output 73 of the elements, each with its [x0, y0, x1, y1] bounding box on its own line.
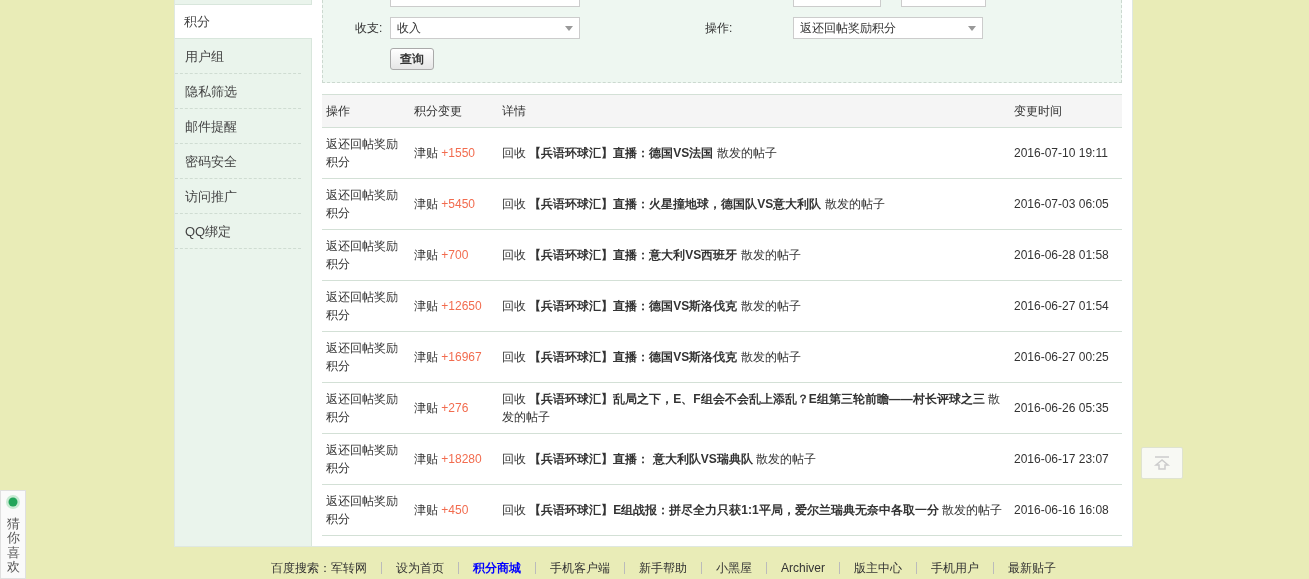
sidebar-item[interactable]: QQ绑定 [175, 215, 301, 249]
footer-link[interactable]: 新手帮助 [639, 559, 687, 577]
time-cell: 2016-06-17 23:07 [1010, 433, 1122, 485]
credit-type: 津贴 [414, 401, 438, 415]
sidebar-item[interactable]: 隐私筛选 [175, 75, 301, 109]
credit-amount: +5450 [441, 197, 476, 211]
operation-cell: 返还回帖奖励积分 [322, 331, 410, 383]
recommend-label: 猜你喜欢 [6, 517, 20, 575]
footer-link[interactable]: 手机客户端 [550, 559, 610, 577]
time-cell: 2016-06-28 01:58 [1010, 229, 1122, 281]
footer-link[interactable]: 最新贴子 [1008, 559, 1056, 577]
query-button[interactable]: 查询 [390, 48, 434, 70]
time-cell: 2016-07-03 06:05 [1010, 178, 1122, 230]
operation-cell: 返还回帖奖励积分 [322, 433, 410, 485]
sidebar-item[interactable]: 用户组 [175, 40, 301, 74]
credit-amount: +276 [441, 401, 469, 415]
detail-cell: 回收 【兵语环球汇】直播：德国VS斯洛伐克 散发的帖子 [498, 280, 1010, 332]
detail-cell: 回收 【兵语环球汇】E组战报：拼尽全力只获1:1平局，爱尔兰瑞典无奈中各取一分 散发的帖子 [498, 484, 1010, 536]
footer-link[interactable]: 百度搜索：军转网 [271, 559, 367, 577]
credit-amount: +1550 [441, 146, 476, 160]
operation-cell: 返还回帖奖励积分 [322, 484, 410, 536]
status-dot-icon [6, 495, 20, 509]
credit-type: 津贴 [414, 197, 438, 211]
operation-cell: 返还回帖奖励积分 [322, 178, 410, 230]
footer-link[interactable]: 设为首页 [396, 559, 444, 577]
credit-type: 津贴 [414, 299, 438, 313]
credit-amount: +700 [441, 248, 469, 262]
operation-label: 操作: [705, 19, 734, 37]
credit-amount: +18280 [441, 452, 482, 466]
recommend-widget[interactable]: 猜你喜欢 [0, 490, 26, 579]
credit-type: 津贴 [414, 146, 438, 160]
credit-type: 津贴 [414, 452, 438, 466]
sidebar-item[interactable]: 访问推广 [175, 180, 301, 214]
time-cell: 2016-06-27 00:25 [1010, 331, 1122, 383]
detail-cell: 回收 【兵语环球汇】直播：火星撞地球，德国队VS意大利队 散发的帖子 [498, 178, 1010, 230]
footer-link[interactable]: Archiver [781, 561, 825, 575]
footer-link[interactable]: 积分商城 [473, 559, 521, 577]
footer-link[interactable]: 版主中心 [854, 559, 902, 577]
column-header: 详情 [498, 94, 1010, 128]
operation-select[interactable]: 返还回帖奖励积分 [793, 17, 983, 39]
column-header: 积分变更 [410, 94, 498, 128]
time-cell: 2016-06-27 01:54 [1010, 280, 1122, 332]
detail-cell: 回收 【兵语环球汇】直播：意大利VS西班牙 散发的帖子 [498, 229, 1010, 281]
credit-amount: +16967 [441, 350, 482, 364]
time-cell: 2016-06-16 16:08 [1010, 484, 1122, 536]
credit-type: 津贴 [414, 350, 438, 364]
operation-cell: 返还回帖奖励积分 [322, 127, 410, 179]
detail-cell: 回收 【兵语环球汇】直播： 意大利队VS瑞典队 散发的帖子 [498, 433, 1010, 485]
dropdown-caret-icon [565, 25, 573, 31]
credit-type: 津贴 [414, 248, 438, 262]
column-header: 操作 [322, 94, 410, 128]
credit-type: 津贴 [414, 503, 438, 517]
time-cell: 2016-07-10 19:11 [1010, 127, 1122, 179]
income-label: 收支: [355, 19, 384, 37]
credit-amount: +12650 [441, 299, 482, 313]
column-header: 变更时间 [1010, 94, 1122, 128]
operation-cell: 返还回帖奖励积分 [322, 280, 410, 332]
footer-link[interactable]: 小黑屋 [716, 559, 752, 577]
detail-cell: 回收 【兵语环球汇】乱局之下，E、F组会不会乱上添乱？E组第三轮前瞻——村长评球之三 散发的帖子 [498, 382, 1010, 434]
time-cell: 2016-06-26 05:35 [1010, 382, 1122, 434]
operation-cell: 返还回帖奖励积分 [322, 229, 410, 281]
operation-cell: 返还回帖奖励积分 [322, 382, 410, 434]
back-to-top-icon [1153, 456, 1171, 470]
credit-amount: +450 [441, 503, 469, 517]
sidebar-item[interactable]: 积分 [175, 4, 312, 39]
detail-cell: 回收 【兵语环球汇】直播：德国VS法国 散发的帖子 [498, 127, 1010, 179]
back-to-top-button[interactable] [1141, 447, 1183, 479]
income-select[interactable]: 收入 [390, 17, 580, 39]
footer-link[interactable]: 手机用户 [931, 559, 979, 577]
dropdown-caret-icon [968, 25, 976, 31]
sidebar-item[interactable]: 邮件提醒 [175, 110, 301, 144]
sidebar-item[interactable]: 密码安全 [175, 145, 301, 179]
detail-cell: 回收 【兵语环球汇】直播：德国VS斯洛伐克 散发的帖子 [498, 331, 1010, 383]
